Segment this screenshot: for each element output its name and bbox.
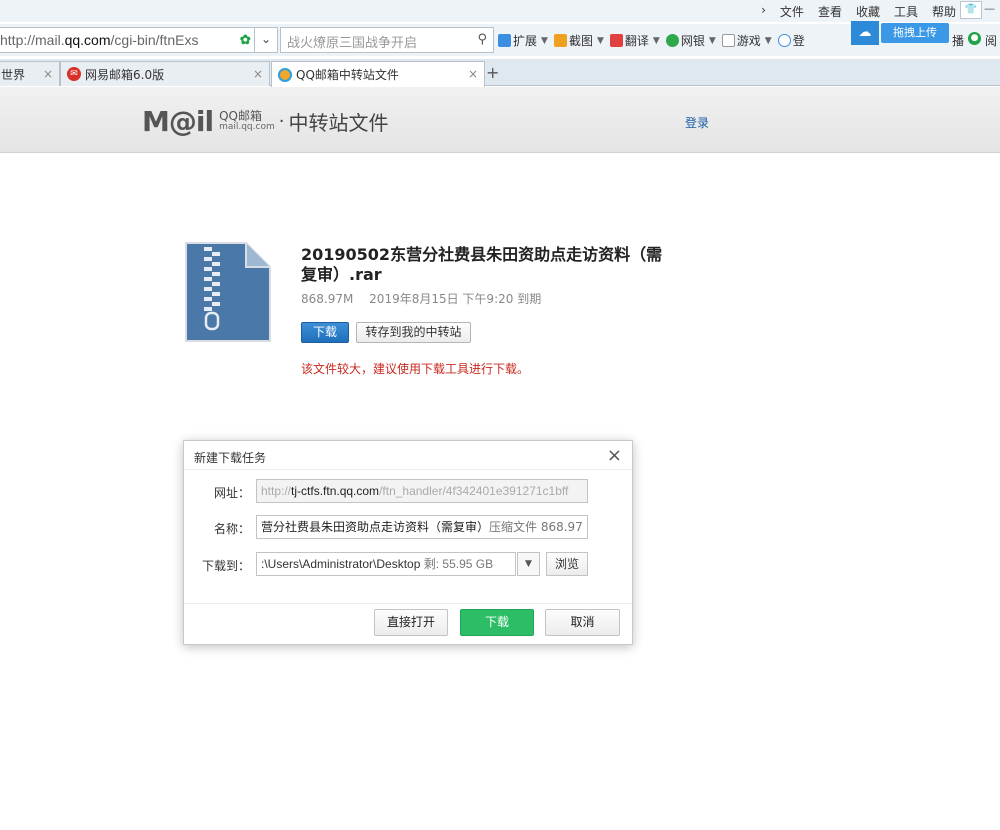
drag-upload-widget[interactable]: ☁ 拖拽上传 [851, 21, 951, 45]
url-dropdown-button[interactable]: ⌄ [254, 27, 278, 53]
file-size: 868.97M [301, 292, 354, 306]
tab-163-mail[interactable]: ✉ 网易邮箱6.0版 × [60, 61, 270, 86]
tab-bar: 世界 × ✉ 网易邮箱6.0版 × QQ邮箱中转站文件 × + [0, 59, 1000, 87]
site-header: M@il QQ邮箱 mail.qq.com · 中转站文件 登录 [0, 87, 1000, 153]
menu-file[interactable]: 文件 [780, 3, 804, 20]
close-icon[interactable]: × [468, 67, 478, 81]
dialog-url-field[interactable]: http://tj-ctfs.ftn.qq.com/ftn_handler/4f… [256, 479, 588, 503]
menu-arrow-icon[interactable]: › [761, 3, 766, 20]
magnifier-icon [777, 34, 791, 47]
save-path-label: 下载到： [201, 559, 250, 573]
search-placeholder: 战火燎原三国战争开启 [287, 36, 418, 51]
file-expire: 2019年8月15日 下午9:20 到期 [369, 292, 542, 306]
translate-icon [609, 34, 623, 47]
url-input[interactable]: http://mail.qq.com/cgi-bin/ftnExs ✿ ⚡ [0, 27, 278, 53]
dialog-path-field[interactable]: :\Users\Administrator\Desktop 剩: 55.95 G… [256, 552, 516, 576]
extension-bar: 扩展 ▼ 截图 ▼ 翻译 ▼ 网银 ▼ 游戏 ▼ 登 [498, 32, 805, 49]
close-icon[interactable]: × [43, 67, 53, 81]
bank-icon [665, 34, 679, 47]
logo-qq: QQ邮箱 [219, 108, 262, 123]
scissors-icon [553, 34, 567, 47]
logo-domain: mail.qq.com [219, 121, 275, 132]
cloud-icon: ☁ [851, 21, 879, 45]
dialog-divider [184, 469, 632, 470]
url-text: http://mail.qq.com/cgi-bin/ftnExs [0, 32, 199, 48]
chevron-down-icon[interactable]: ▼ [517, 552, 540, 576]
qq-mail-logo[interactable]: M@il QQ邮箱 mail.qq.com · 中转站文件 [142, 105, 388, 138]
open-directly-button[interactable]: 直接打开 [374, 609, 448, 636]
login-link[interactable]: 登录 [685, 114, 709, 131]
tab-world[interactable]: 世界 × [0, 61, 60, 86]
menu-favorites[interactable]: 收藏 [856, 3, 880, 20]
search-input[interactable]: 战火燎原三国战争开启 ⚲ [280, 27, 494, 53]
reader-icon[interactable]: ● [968, 32, 982, 45]
gamepad-icon [721, 34, 735, 47]
extension-play[interactable]: 播 [952, 32, 964, 49]
extension-bank[interactable]: 网银 ▼ [665, 32, 716, 49]
menu-view[interactable]: 查看 [818, 3, 842, 20]
logo-sub: QQ邮箱 mail.qq.com [219, 108, 275, 133]
extension-expand[interactable]: 扩展 ▼ [498, 32, 548, 49]
name-label: 名称： [213, 522, 250, 536]
save-to-transfer-button[interactable]: 转存到我的中转站 [356, 322, 471, 343]
cancel-button[interactable]: 取消 [545, 609, 620, 636]
qq-mail-icon [278, 67, 292, 82]
search-icon[interactable]: ⚲ [477, 32, 487, 47]
large-file-warning: 该文件较大，建议使用下载工具进行下载。 [301, 362, 530, 376]
browser-menu-bar: › 文件 查看 收藏 工具 帮助 👕 — [0, 0, 1000, 22]
url-label: 网址： [213, 486, 250, 500]
close-icon[interactable]: × [607, 445, 622, 466]
tab-label: 世界 [1, 67, 26, 82]
right-extensions: 播 ● 阅 [952, 32, 997, 49]
dialog-download-button[interactable]: 下载 [460, 609, 534, 636]
browse-button[interactable]: 浏览 [546, 552, 588, 576]
drag-upload-label: 拖拽上传 [881, 23, 949, 43]
file-title: 20190502东营分社费县朱田资助点走访资料（需复审）.rar [301, 245, 663, 284]
extension-translate[interactable]: 翻译 ▼ [609, 32, 660, 49]
new-tab-button[interactable]: + [486, 63, 499, 82]
extension-login[interactable]: 登 [777, 32, 805, 49]
menu-help[interactable]: 帮助 [932, 3, 956, 20]
page-title: 中转站文件 [288, 111, 389, 135]
dialog-title: 新建下载任务 [194, 451, 267, 465]
close-icon[interactable]: × [253, 67, 263, 81]
tab-qq-transfer[interactable]: QQ邮箱中转站文件 × [271, 61, 485, 87]
dialog-name-field[interactable]: 营分社费县朱田资助点走访资料（需复审）压缩文件 868.97 MB [256, 515, 588, 539]
extension-screenshot[interactable]: 截图 ▼ [553, 32, 604, 49]
netease-icon: ✉ [67, 67, 81, 81]
dialog-footer-divider [184, 603, 632, 604]
tab-label: QQ邮箱中转站文件 [296, 68, 399, 82]
grid-icon [498, 34, 511, 47]
logo-mail-text: M@il [142, 105, 214, 138]
menu-tools[interactable]: 工具 [894, 3, 918, 20]
new-download-dialog: 新建下载任务 × 网址： http://tj-ctfs.ftn.qq.com/f… [183, 440, 633, 645]
logo-separator: · [278, 111, 285, 132]
extension-read[interactable]: 阅 [985, 32, 997, 49]
refresh-icon[interactable]: ✿ [240, 32, 251, 48]
menu-items: › 文件 查看 收藏 工具 帮助 [761, 3, 956, 20]
download-button[interactable]: 下载 [301, 322, 349, 343]
zip-file-icon [184, 241, 272, 343]
address-bar: http://mail.qq.com/cgi-bin/ftnExs ✿ ⚡ ⌄ … [0, 24, 1000, 56]
tab-label: 网易邮箱6.0版 [85, 67, 165, 82]
file-meta: 868.97M 2019年8月15日 下午9:20 到期 [301, 290, 553, 307]
skin-button[interactable]: 👕 [960, 1, 982, 19]
minimize-button[interactable]: — [984, 2, 998, 18]
extension-games[interactable]: 游戏 ▼ [721, 32, 772, 49]
